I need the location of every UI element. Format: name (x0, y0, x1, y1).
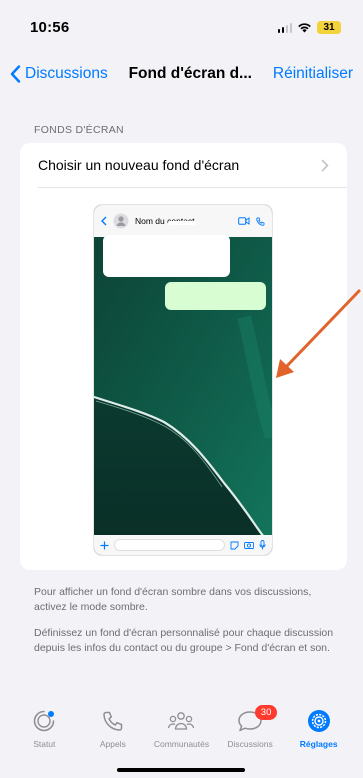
settings-gear-icon (307, 710, 330, 732)
divider (38, 187, 347, 188)
communities-icon (168, 712, 195, 730)
preview-input-bar (94, 535, 272, 555)
avatar-icon (113, 213, 129, 229)
camera-icon (244, 542, 254, 549)
unread-badge: 30 (255, 705, 278, 720)
status-icon (34, 710, 55, 732)
preview-message-input (114, 539, 225, 551)
navigation-bar: Discussions Fond d'écran d... Réinitiali… (0, 56, 363, 92)
tab-settings[interactable]: Réglages (288, 705, 350, 778)
tab-label: Réglages (299, 739, 338, 749)
tab-label: Statut (33, 739, 56, 749)
choose-new-wallpaper-row[interactable]: Choisir un nouveau fond d'écran (20, 143, 347, 187)
phone-icon (103, 711, 123, 731)
reset-button[interactable]: Réinitialiser (273, 65, 353, 83)
battery-indicator: 31 (317, 20, 341, 34)
plus-icon (100, 541, 109, 549)
section-header: FONDS D'ÉCRAN (34, 124, 124, 136)
footer-dark-mode-hint: Pour afficher un fond d'écran sombre dan… (34, 586, 312, 613)
back-button[interactable]: Discussions (10, 65, 108, 83)
chevron-left-icon (10, 65, 21, 83)
wallpaper-preview[interactable]: Nom du contact (94, 205, 272, 555)
sticker-icon (230, 541, 239, 549)
preview-outgoing-bubble (165, 282, 266, 310)
tab-label: Discussions (227, 739, 273, 749)
wallpaper-card: Choisir un nouveau fond d'écran Nom du c… (20, 143, 347, 570)
chevron-right-icon (321, 159, 329, 171)
preview-incoming-bubble (103, 235, 230, 277)
microphone-icon (259, 540, 266, 550)
video-call-icon (238, 217, 250, 225)
signal-icon (277, 22, 292, 33)
phone-icon (256, 217, 265, 226)
choose-new-wallpaper-label: Choisir un nouveau fond d'écran (38, 157, 240, 173)
footer-custom-wallpaper-hint: Définissez un fond d'écran personnalisé … (34, 627, 334, 654)
page-title: Fond d'écran d... (128, 65, 252, 82)
status-icons: 31 (277, 20, 341, 34)
status-bar: 10:56 31 (0, 0, 363, 54)
home-indicator (117, 768, 245, 772)
wifi-icon (298, 22, 311, 32)
status-time: 10:56 (30, 18, 70, 36)
preview-drag-handle (168, 221, 196, 225)
tab-label: Appels (99, 739, 126, 749)
chevron-left-icon (101, 216, 107, 226)
tab-status[interactable]: Statut (13, 705, 75, 778)
tab-label: Communautés (153, 739, 210, 749)
back-button-label: Discussions (25, 65, 108, 82)
